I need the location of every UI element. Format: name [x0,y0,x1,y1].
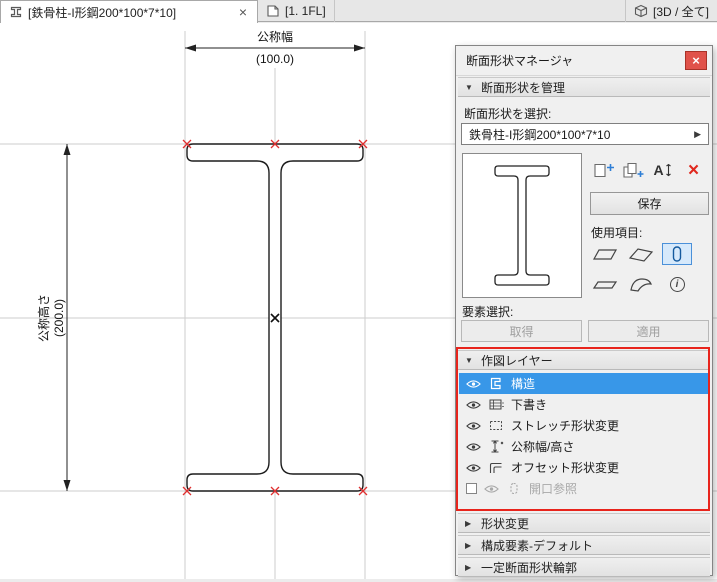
apply-to-selection-button[interactable]: 適用 [588,320,709,342]
roof-icon [628,248,654,262]
layer-row-opening-reference[interactable]: 開口参照 [459,478,709,499]
stretch-modifier-layer-icon [490,421,502,430]
drawing-layer-list: 構造 下書き ストレッチ形状変更 公称幅/高さ オフセット形状変更 開口参照 [459,373,709,499]
beam-icon [592,281,618,289]
section-label: 構成要素-デフォルト [481,538,593,553]
get-button-label: 取得 [509,324,534,339]
dropdown-arrow-icon: ▶ [694,128,701,139]
offset-modifier-layer-icon [489,462,502,473]
profile-preview [462,153,582,298]
collapse-triangle-icon: ▼ [465,82,473,92]
nominal-size-layer-icon [491,440,504,453]
structure-layer-icon [490,377,501,390]
layer-row-draft[interactable]: 下書き [459,394,709,415]
section-label: 作図レイヤー [481,353,553,368]
opening-reference-layer-icon [510,482,518,495]
wall-icon [592,249,618,260]
section-header-manage[interactable]: ▼ 断面形状を管理 [458,77,710,97]
selected-profile-name: 鉄骨柱-I形鋼200*100*7*10 [469,127,611,142]
layer-row-stretch-modifier[interactable]: ストレッチ形状変更 [459,415,709,436]
profile-select-dropdown[interactable]: 鉄骨柱-I形鋼200*100*7*10 ▶ [461,123,709,145]
section-label: 一定断面形状輪郭 [481,560,578,575]
tab-label: [1. 1FL] [285,4,326,18]
layer-checkbox[interactable] [466,483,477,494]
save-button[interactable]: 保存 [590,192,709,215]
floor-plan-icon [267,5,279,17]
width-dimension [185,44,365,52]
layer-label: 構造 [511,377,536,391]
section-header-modifiers[interactable]: ▶ 形状変更 [458,513,710,533]
section-header-uniform-profile-outline[interactable]: ▶ 一定断面形状輪郭 [458,557,710,577]
tab-label: [鉄骨柱-I形鋼200*100*7*10] [28,5,177,20]
layer-label: ストレッチ形状変更 [511,419,620,433]
layer-row-offset-modifier[interactable]: オフセット形状変更 [459,457,709,478]
section-header-components-default[interactable]: ▶ 構成要素-デフォルト [458,535,710,555]
profile-preview-image [494,165,550,286]
3d-box-icon [634,4,648,18]
i-beam-icon [10,6,22,18]
select-profile-label: 断面形状を選択: [464,107,552,121]
expand-triangle-icon: ▶ [465,540,472,550]
save-button-label: 保存 [637,197,662,211]
tab-floor-plan[interactable]: [1. 1FL] [258,0,335,22]
use-with-roof-button[interactable] [626,243,656,265]
use-with-shell-button[interactable] [626,273,656,295]
availability-info-button[interactable]: i [662,273,692,295]
text-cursor-icon [665,163,671,177]
delete-profile-button[interactable]: × [680,158,707,182]
tab-close-icon[interactable]: × [237,5,249,19]
section-label: 断面形状を管理 [481,80,566,95]
visibility-eye-icon[interactable] [466,421,481,431]
use-with-beam-button[interactable] [590,273,620,295]
get-from-selection-button[interactable]: 取得 [461,320,582,342]
visibility-eye-icon[interactable] [466,442,481,452]
new-profile-icon [594,163,614,177]
layer-label: オフセット形状変更 [511,461,620,475]
section-label: 形状変更 [481,516,530,531]
collapse-triangle-icon: ▼ [465,355,473,365]
element-selection-label: 要素選択: [462,305,514,319]
tab-label: [3D / 全て] [652,4,709,19]
info-icon: i [669,276,685,292]
rename-profile-button[interactable]: A [649,158,676,182]
tab-profile-editor[interactable]: [鉄骨柱-I形鋼200*100*7*10] × [0,0,258,23]
duplicate-profile-icon [623,162,644,178]
section-header-drawing-layers[interactable]: ▼ 作図レイヤー [458,350,710,370]
expand-triangle-icon: ▶ [465,518,472,528]
height-dim-label: 公称高さ [36,294,51,342]
layer-label: 下書き [511,398,548,412]
use-with-wall-button[interactable] [590,243,620,265]
use-with-column-button[interactable] [662,243,692,265]
layer-label: 公称幅/高さ [511,440,575,454]
application-window: [鉄骨柱-I形鋼200*100*7*10] × [1. 1FL] [3D / 全… [0,0,717,579]
column-icon [672,246,682,262]
layer-row-nominal-width-height[interactable]: 公称幅/高さ [459,436,709,457]
layer-row-structure[interactable]: 構造 [459,373,709,394]
expand-triangle-icon: ▶ [465,562,472,572]
palette-titlebar[interactable]: 断面形状マネージャ × [456,46,712,76]
width-dim-value: (100.0) [256,52,294,66]
palette-close-button[interactable]: × [685,51,707,70]
profile-manager-palette: 断面形状マネージャ × ▼ 断面形状を管理 断面形状を選択: 鉄骨柱-I形鋼20… [455,45,713,577]
visibility-eye-icon[interactable] [466,400,481,410]
palette-title: 断面形状マネージャ [466,54,574,68]
tab-bar: [鉄骨柱-I形鋼200*100*7*10] × [1. 1FL] [3D / 全… [0,0,717,23]
draft-layer-icon [489,399,504,410]
layer-label: 開口参照 [529,482,578,496]
width-dim-label: 公称幅 [257,29,293,44]
apply-button-label: 適用 [636,324,661,339]
delete-icon: × [687,159,700,181]
duplicate-profile-button[interactable] [619,158,646,182]
rename-icon: A [653,162,664,178]
tab-3d-view[interactable]: [3D / 全て] [624,0,717,22]
shell-icon [630,278,652,292]
height-dim-value: (200.0) [52,299,66,337]
visibility-eye-icon[interactable] [484,484,499,494]
used-items-label: 使用項目: [591,226,643,240]
visibility-eye-icon[interactable] [466,463,481,473]
visibility-eye-icon[interactable] [466,379,481,389]
new-profile-button[interactable] [590,158,617,182]
